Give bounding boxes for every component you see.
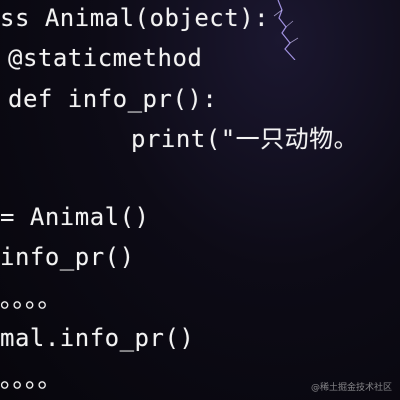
code-line-class-declaration: ss Animal(object): bbox=[0, 4, 270, 32]
lightning-icon bbox=[273, 0, 299, 60]
code-line-staticmethod-decorator: @staticmethod bbox=[8, 44, 203, 72]
background-faint-text bbox=[30, 176, 140, 196]
code-screenshot: ss Animal(object): @staticmethod def inf… bbox=[0, 0, 400, 400]
code-line-print-call: print("一只动物。 bbox=[131, 125, 359, 153]
code-output-dots-1: 。。。。 bbox=[0, 285, 62, 313]
code-line-def-info-pr: def info_pr(): bbox=[8, 85, 218, 113]
code-output-dots-2: 。。。。 bbox=[0, 365, 62, 393]
code-line-class-call: mal.info_pr() bbox=[0, 324, 195, 352]
code-line-instance-assignment: = Animal() bbox=[0, 203, 150, 231]
code-line-instance-call: info_pr() bbox=[0, 243, 135, 271]
watermark: @稀土掘金技术社区 bbox=[310, 383, 392, 393]
